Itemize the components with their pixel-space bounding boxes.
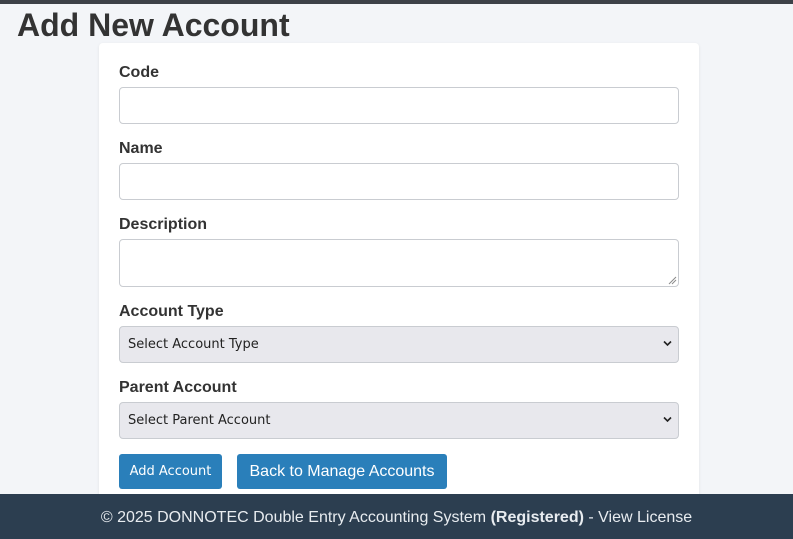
view-license-link[interactable]: View License: [598, 509, 692, 526]
top-border: [0, 0, 793, 4]
page-title: Add New Account: [17, 7, 290, 43]
parent-account-selected: Select Parent Account: [128, 413, 271, 428]
name-field[interactable]: [119, 163, 679, 200]
footer: © 2025 DONNOTEC Double Entry Accounting …: [0, 494, 793, 539]
description-field[interactable]: [119, 239, 679, 287]
parent-account-select[interactable]: Select Parent Account: [119, 402, 679, 439]
code-label: Code: [119, 64, 159, 81]
add-account-button[interactable]: Add Account: [119, 454, 222, 489]
chevron-down-icon: [663, 340, 672, 347]
name-label: Name: [119, 140, 163, 157]
footer-copyright: © 2025 DONNOTEC Double Entry Accounting …: [100, 509, 487, 526]
description-wrapper: [99, 239, 699, 287]
description-label: Description: [119, 216, 208, 233]
footer-separator: -: [588, 509, 594, 526]
back-to-manage-accounts-button[interactable]: Back to Manage Accounts: [237, 454, 447, 489]
code-field[interactable]: [119, 87, 679, 124]
account-type-select[interactable]: Select Account Type: [119, 326, 679, 363]
add-account-form: Code Name Description Account Type Selec…: [99, 43, 699, 513]
account-type-label: Account Type: [119, 303, 224, 320]
parent-account-label: Parent Account: [119, 379, 237, 396]
account-type-selected: Select Account Type: [128, 337, 259, 352]
resize-grip-icon[interactable]: [668, 276, 677, 285]
registration-status: (Registered): [490, 509, 584, 526]
chevron-down-icon: [663, 416, 672, 423]
